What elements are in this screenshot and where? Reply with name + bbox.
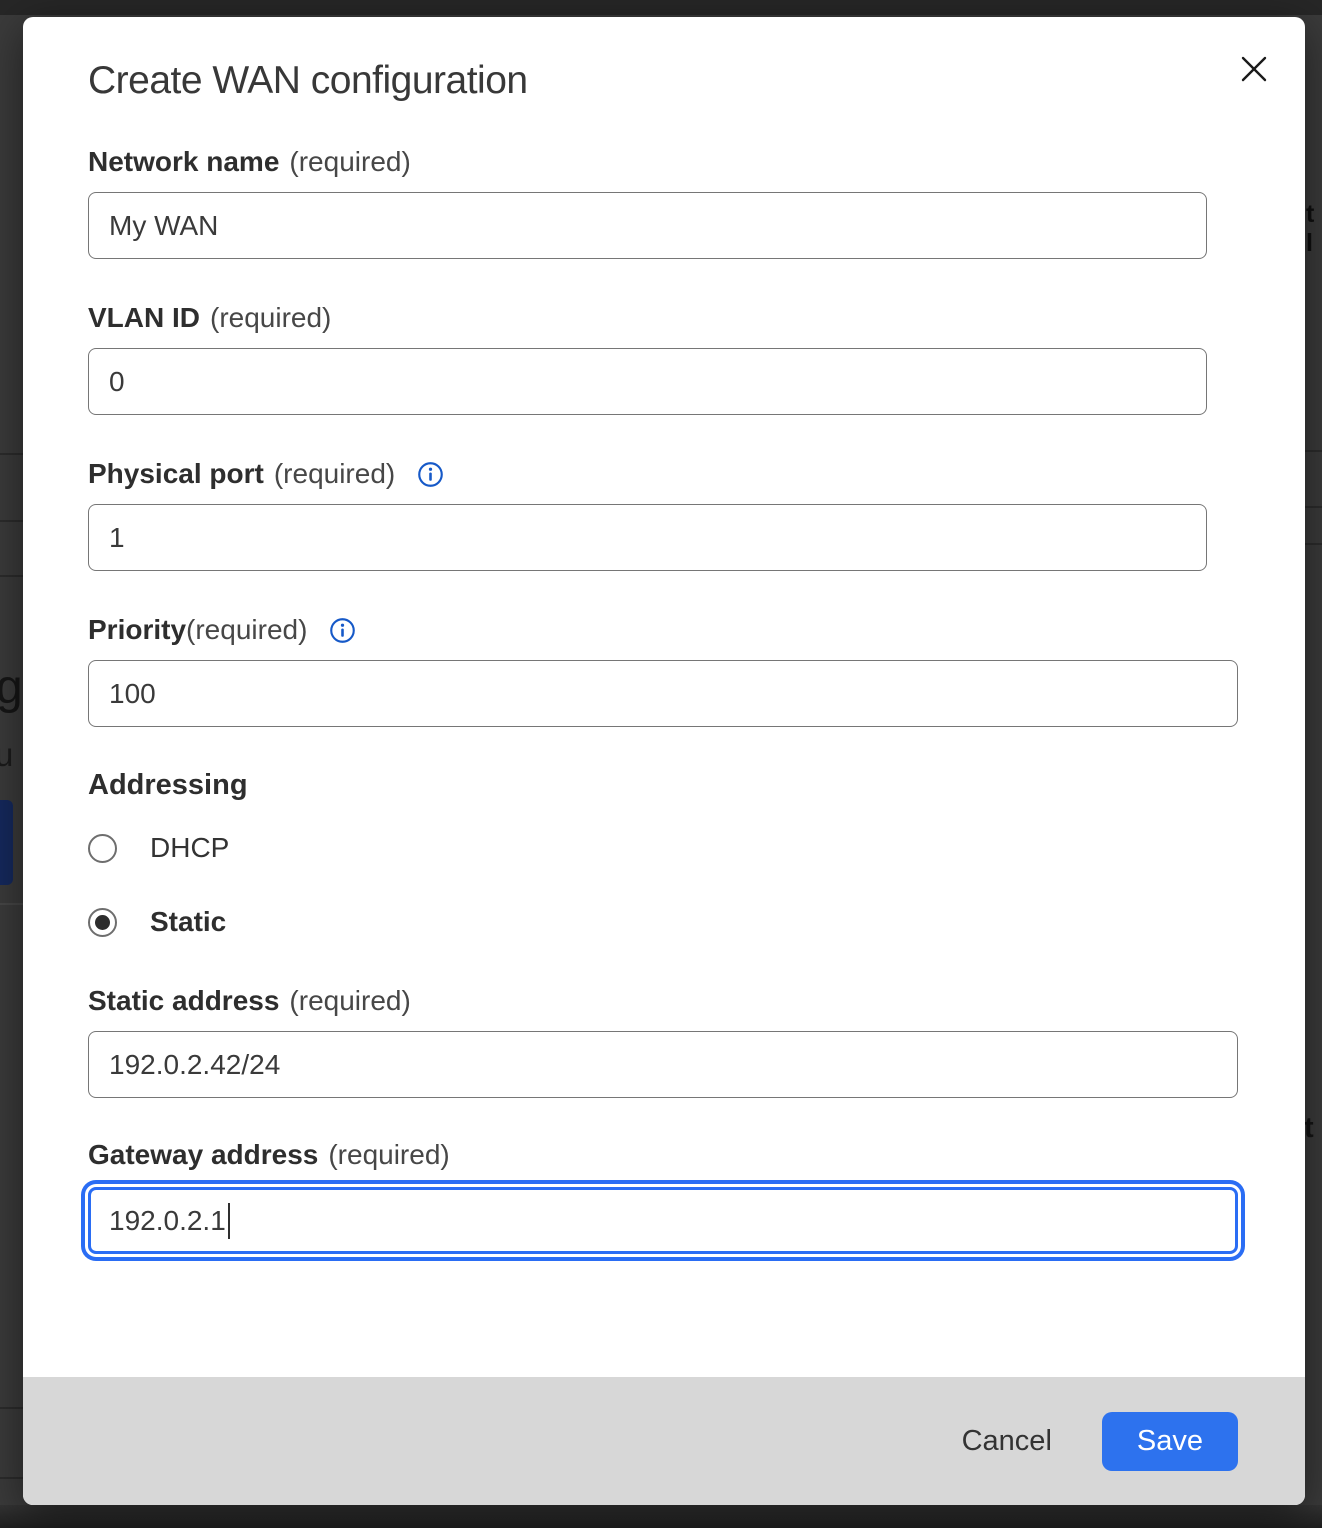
background-text-fragment: u — [0, 736, 13, 774]
info-icon[interactable] — [329, 617, 356, 644]
network-name-input[interactable] — [88, 192, 1207, 259]
dialog-footer: Cancel Save — [23, 1377, 1305, 1505]
background-row-line — [1305, 543, 1322, 545]
addressing-heading: Addressing — [88, 769, 1305, 802]
background-button-fragment — [0, 800, 13, 885]
required-hint: (required) — [210, 302, 331, 334]
priority-label: Priority — [88, 614, 186, 646]
background-text-fragment: g — [0, 660, 23, 715]
background-bottom-band — [0, 1505, 1322, 1528]
addressing-option-dhcp[interactable]: DHCP — [88, 831, 1305, 865]
dialog-title: Create WAN configuration — [88, 17, 1305, 103]
close-icon — [1238, 73, 1270, 88]
background-row-line — [1305, 450, 1322, 452]
physical-port-input[interactable] — [88, 504, 1207, 571]
required-hint: (required) — [289, 985, 410, 1017]
addressing-option-static[interactable]: Static — [88, 905, 1305, 939]
physical-port-label: Physical port — [88, 458, 264, 490]
background-row-line — [0, 520, 23, 522]
gateway-address-label: Gateway address — [88, 1139, 318, 1171]
close-button[interactable] — [1238, 53, 1270, 85]
vlan-id-label: VLAN ID — [88, 302, 200, 334]
required-hint: (required) — [186, 614, 307, 646]
background-text-fragment: t l — [1306, 200, 1322, 258]
priority-input[interactable] — [88, 660, 1238, 727]
background-header-band — [0, 0, 1322, 15]
background-row-line — [0, 1407, 23, 1409]
background-row-line — [0, 575, 23, 577]
gateway-address-value: 192.0.2.1 — [109, 1205, 226, 1237]
info-icon[interactable] — [417, 461, 444, 488]
save-button[interactable]: Save — [1102, 1412, 1238, 1471]
background-text-fragment: t — [1304, 1112, 1314, 1145]
create-wan-configuration-dialog: Create WAN configuration Network name (r… — [23, 17, 1305, 1505]
radio-unselected-icon[interactable] — [88, 834, 117, 863]
radio-option-label: Static — [150, 906, 226, 938]
background-row-line — [0, 453, 23, 455]
gateway-address-input[interactable]: 192.0.2.1 — [88, 1187, 1238, 1254]
background-row-line — [0, 1477, 23, 1479]
network-name-label: Network name — [88, 146, 279, 178]
cancel-button[interactable]: Cancel — [962, 1425, 1052, 1458]
vlan-id-input[interactable] — [88, 348, 1207, 415]
background-row-line — [1305, 506, 1322, 508]
static-address-input[interactable] — [88, 1031, 1238, 1098]
background-row-line — [0, 903, 23, 905]
radio-option-label: DHCP — [150, 832, 229, 864]
required-hint: (required) — [274, 458, 395, 490]
required-hint: (required) — [328, 1139, 449, 1171]
text-cursor — [228, 1203, 231, 1239]
static-address-label: Static address — [88, 985, 279, 1017]
radio-selected-icon[interactable] — [88, 908, 117, 937]
screen: g u t l t Create WAN configuration Netwo… — [0, 0, 1322, 1528]
required-hint: (required) — [289, 146, 410, 178]
